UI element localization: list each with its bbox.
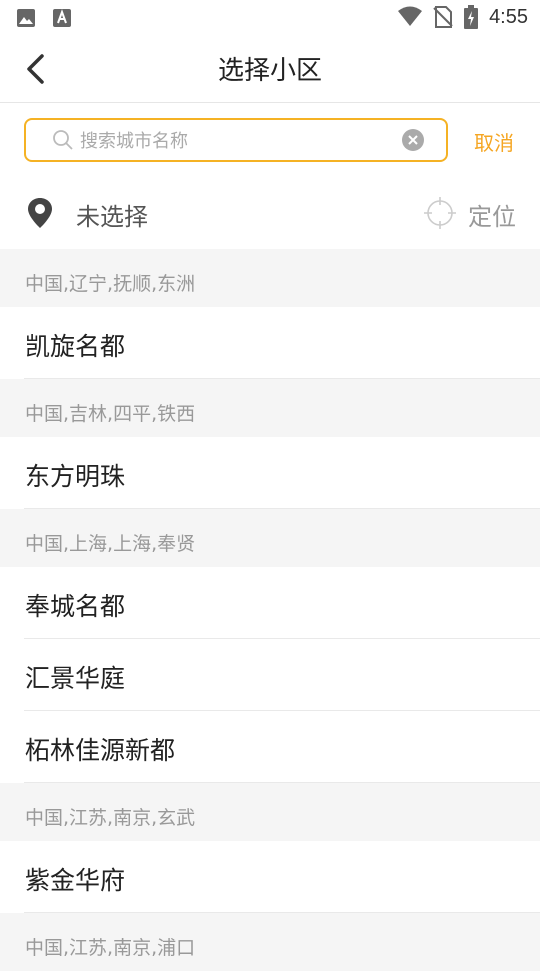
community-list: 中国,辽宁,抚顺,东洲 凯旋名都 中国,吉林,四平,铁西 东方明珠 中国,上海,… <box>0 249 540 971</box>
list-item[interactable]: 柘林佳源新都 <box>0 711 540 783</box>
battery-charging-icon <box>464 5 479 29</box>
app-bar: 选择小区 <box>0 36 540 103</box>
search-box[interactable] <box>24 118 448 162</box>
crosshair-icon[interactable] <box>424 197 456 229</box>
search-input[interactable] <box>78 126 402 156</box>
status-bar: 4:55 <box>0 0 540 36</box>
font-notification-icon <box>53 9 71 27</box>
region-label: 中国,辽宁,抚顺,东洲 <box>25 273 196 295</box>
image-notification-icon <box>17 9 35 27</box>
list-item-label: 汇景华庭 <box>25 664 126 693</box>
wifi-icon <box>398 6 423 26</box>
region-header: 中国,辽宁,抚顺,东洲 <box>0 249 540 307</box>
region-header: 中国,吉林,四平,铁西 <box>0 379 540 437</box>
search-icon <box>53 130 73 150</box>
list-item-label: 紫金华府 <box>25 866 126 895</box>
region-label: 中国,吉林,四平,铁西 <box>25 403 196 425</box>
location-row: 未选择 定位 <box>0 177 540 249</box>
region-label: 中国,江苏,南京,浦口 <box>25 937 196 959</box>
list-item[interactable]: 东方明珠 <box>0 437 540 509</box>
list-item[interactable]: 汇景华庭 <box>0 639 540 711</box>
list-item[interactable]: 紫金华府 <box>0 841 540 913</box>
region-header: 中国,江苏,南京,玄武 <box>0 783 540 841</box>
clear-icon[interactable] <box>402 129 424 151</box>
location-pin-icon <box>28 198 52 228</box>
list-item-label: 凯旋名都 <box>25 332 126 361</box>
clock: 4:55 <box>489 5 528 28</box>
current-location: 未选择 <box>76 203 148 231</box>
list-item-label: 柘林佳源新都 <box>25 736 176 765</box>
region-label: 中国,上海,上海,奉贤 <box>25 533 196 555</box>
list-item[interactable]: 奉城名都 <box>0 567 540 639</box>
region-header: 中国,上海,上海,奉贤 <box>0 509 540 567</box>
list-item-label: 奉城名都 <box>25 592 126 621</box>
cancel-button[interactable]: 取消 <box>474 127 514 156</box>
search-row: 取消 <box>0 103 540 177</box>
locate-button[interactable]: 定位 <box>468 197 516 232</box>
list-item-label: 东方明珠 <box>25 462 126 491</box>
region-label: 中国,江苏,南京,玄武 <box>25 807 196 829</box>
list-item[interactable]: 凯旋名都 <box>0 307 540 379</box>
region-header: 中国,江苏,南京,浦口 <box>0 913 540 971</box>
no-sim-icon <box>433 6 453 28</box>
page-title: 选择小区 <box>217 56 322 86</box>
